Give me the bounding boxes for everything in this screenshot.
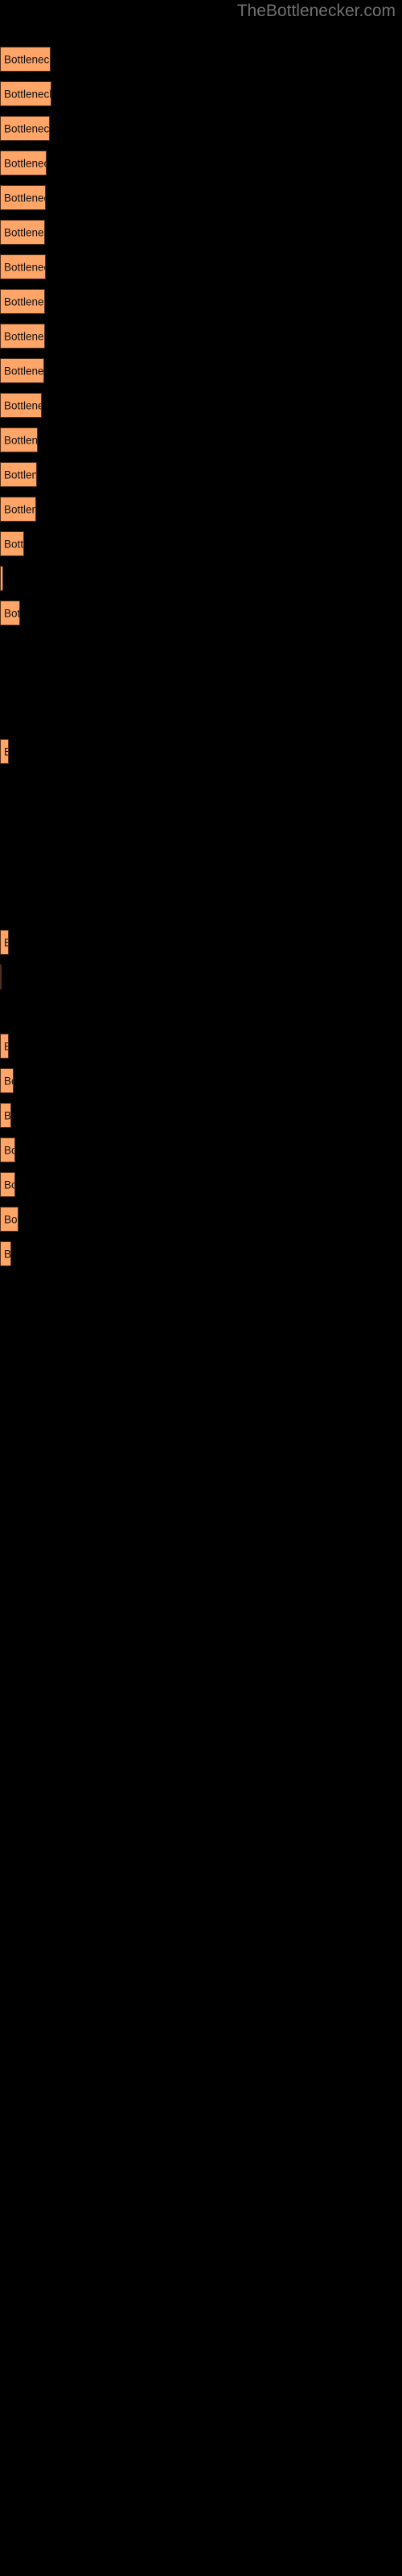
bar-row[interactable]: Bottleneck result xyxy=(0,1034,402,1059)
bar-row[interactable]: Bottleneck result xyxy=(0,1103,402,1128)
bar-row[interactable]: Bottleneck result xyxy=(0,566,402,591)
bar-label: Bottleneck result xyxy=(4,745,8,758)
bar-row[interactable]: Bottleneck result xyxy=(0,81,402,106)
bar-label: Bottleneck result xyxy=(4,1040,8,1052)
bar-label: Bottleneck result xyxy=(4,157,46,169)
bar-24[interactable]: Bottleneck result xyxy=(0,1137,15,1162)
bar-label: Bottleneck result xyxy=(4,1109,11,1121)
bar-chart-root: TheBottlenecker.com Bottleneck resultBot… xyxy=(0,0,402,2576)
bar-4[interactable]: Bottleneck result xyxy=(0,151,47,175)
bar-row[interactable]: Bottleneck result xyxy=(0,930,402,955)
bar-row[interactable]: Bottleneck result xyxy=(0,47,402,72)
bar-27[interactable]: Bottleneck result xyxy=(0,1241,11,1266)
bar-row[interactable]: Bottleneck result xyxy=(0,497,402,522)
bar-9[interactable]: Bottleneck result xyxy=(0,324,45,349)
bar-label: Bottleneck result xyxy=(4,503,35,515)
bar-label: Bottleneck result xyxy=(4,1179,14,1191)
bar-label: Bottleneck result xyxy=(4,192,45,204)
bar-label: Bottleneck result xyxy=(4,261,45,273)
bar-12[interactable]: Bottleneck result xyxy=(0,427,38,452)
bar-23[interactable]: Bottleneck result xyxy=(0,1103,11,1128)
bar-row[interactable]: Bottleneck result xyxy=(0,393,402,418)
bar-18[interactable]: Bottleneck result xyxy=(0,739,9,764)
bar-13[interactable]: Bottleneck result xyxy=(0,462,37,487)
bar-row[interactable]: Bottleneck result xyxy=(0,289,402,314)
bar-row[interactable]: Bottleneck result xyxy=(0,964,402,989)
bar-row[interactable]: Bottleneck result xyxy=(0,151,402,175)
bar-row[interactable]: Bottleneck result xyxy=(0,254,402,279)
bar-7[interactable]: Bottleneck result xyxy=(0,254,46,279)
bar-14[interactable]: Bottleneck result xyxy=(0,497,36,522)
bar-2[interactable]: Bottleneck result xyxy=(0,81,51,106)
bar-3[interactable]: Bottleneck result xyxy=(0,116,50,141)
bar-row[interactable]: Bottleneck result xyxy=(0,427,402,452)
bar-row[interactable]: Bottleneck result xyxy=(0,1068,402,1093)
bar-19[interactable]: Bottleneck result xyxy=(0,930,9,955)
bar-label: Bottleneck result xyxy=(4,88,51,100)
bar-label: Bottleneck result xyxy=(4,538,24,550)
bar-row[interactable]: Bottleneck result xyxy=(0,1172,402,1197)
plot-area: Bottleneck result Bottleneck result Bottle… xyxy=(0,0,402,2576)
bar-label: Bottleneck result xyxy=(4,434,38,446)
bar-label: Bottleneck result xyxy=(4,469,37,481)
bar-8[interactable]: Bottleneck result xyxy=(0,289,45,314)
bar-17[interactable]: Bottleneck result xyxy=(0,601,20,625)
bar-label: Bottleneck result xyxy=(4,226,44,238)
bar-row[interactable]: Bottleneck result xyxy=(0,739,402,764)
bar-row[interactable]: Bottleneck result xyxy=(0,601,402,625)
bar-label: Bottleneck result xyxy=(4,53,51,65)
bar-row[interactable]: Bottleneck result xyxy=(0,1241,402,1266)
bar-15[interactable]: Bottleneck result xyxy=(0,531,24,556)
bar-5[interactable]: Bottleneck result xyxy=(0,185,46,210)
bar-row[interactable]: Bottleneck result xyxy=(0,1207,402,1232)
bar-20[interactable]: Bottleneck result xyxy=(0,964,2,989)
bar-25[interactable]: Bottleneck result xyxy=(0,1172,15,1197)
bar-11[interactable]: Bottleneck result xyxy=(0,393,42,418)
bar-26[interactable]: Bottleneck result xyxy=(0,1207,18,1232)
bar-label: Bottleneck result xyxy=(4,365,44,377)
bar-16[interactable]: Bottleneck result xyxy=(0,566,3,591)
bar-label: Bottleneck result xyxy=(4,1144,14,1156)
bar-row[interactable]: Bottleneck result xyxy=(0,116,402,141)
bar-row[interactable]: Bottleneck result xyxy=(0,358,402,383)
bar-label: Bottleneck result xyxy=(4,295,44,308)
bar-row[interactable]: Bottleneck result xyxy=(0,220,402,245)
bar-label: Bottleneck result xyxy=(4,1213,18,1225)
bar-row[interactable]: Bottleneck result xyxy=(0,185,402,210)
bar-10[interactable]: Bottleneck result xyxy=(0,358,44,383)
bar-row[interactable]: Bottleneck result xyxy=(0,531,402,556)
bar-row[interactable]: Bottleneck result xyxy=(0,324,402,349)
bar-label: Bottleneck result xyxy=(4,936,8,948)
bar-row[interactable]: Bottleneck result xyxy=(0,1137,402,1162)
bar-label: Bottleneck result xyxy=(4,122,50,134)
bar-6[interactable]: Bottleneck result xyxy=(0,220,45,245)
bar-21[interactable]: Bottleneck result xyxy=(0,1034,9,1059)
bar-label: Bottleneck result xyxy=(4,399,41,411)
bar-label: Bottleneck result xyxy=(4,607,20,619)
bar-label: Bottleneck result xyxy=(4,330,44,342)
bar-1[interactable]: Bottleneck result xyxy=(0,47,51,72)
bar-label: Bottleneck result xyxy=(4,1075,13,1087)
bar-22[interactable]: Bottleneck result xyxy=(0,1068,14,1093)
bar-label: Bottleneck result xyxy=(4,1248,11,1260)
bar-row[interactable]: Bottleneck result xyxy=(0,462,402,487)
